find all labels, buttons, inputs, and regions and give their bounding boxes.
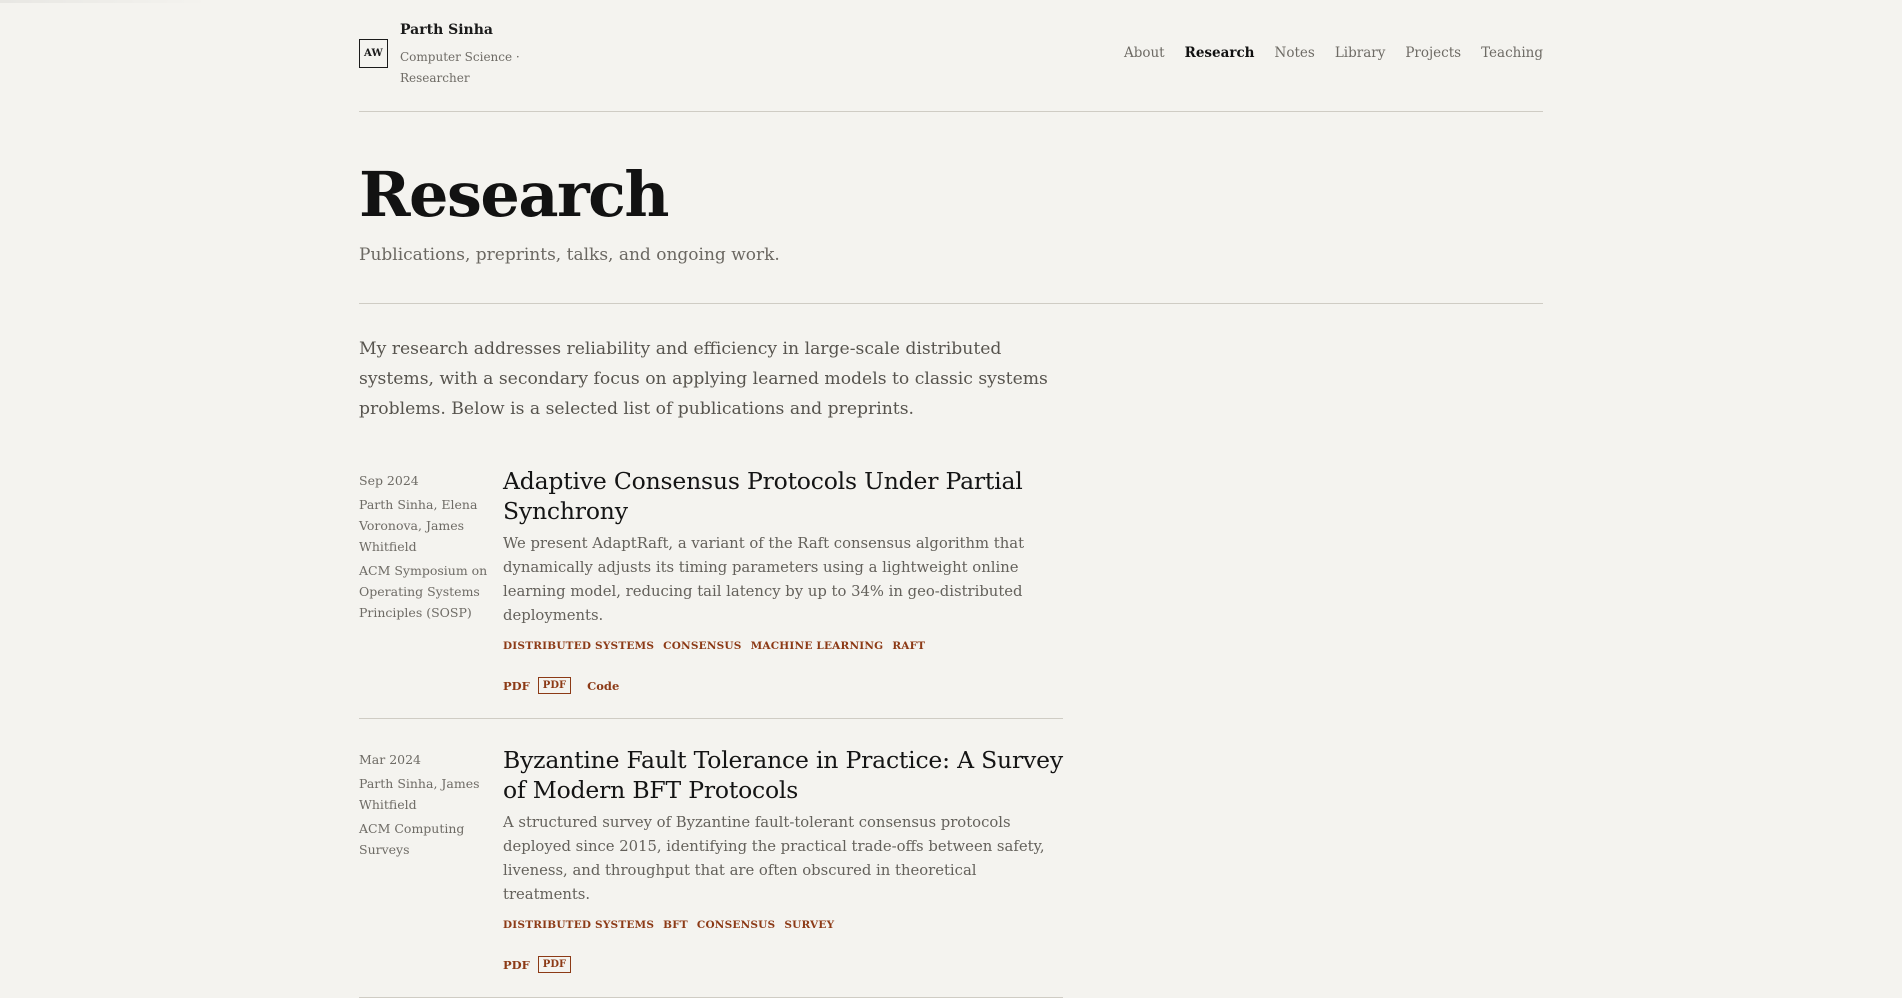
nav-library[interactable]: Library bbox=[1335, 45, 1386, 61]
page-subtitle: Publications, preprints, talks, and ongo… bbox=[359, 245, 780, 265]
pdf-link[interactable]: PDF bbox=[503, 679, 530, 693]
site-name[interactable]: Parth Sinha bbox=[400, 22, 493, 38]
pdf-badge-link[interactable]: PDF bbox=[537, 677, 572, 694]
publication-venue: ACM Computing Surveys bbox=[359, 821, 465, 857]
tag[interactable]: DISTRIBUTED SYSTEMS bbox=[503, 919, 654, 931]
publication-links: PDF PDF bbox=[503, 955, 1063, 997]
publication-body: Adaptive Consensus Protocols Under Parti… bbox=[503, 466, 1063, 718]
tag[interactable]: BFT bbox=[663, 919, 688, 931]
publication-item: Sep 2024 Parth Sinha, Elena Voronova, Ja… bbox=[359, 466, 1063, 719]
nav-research[interactable]: Research bbox=[1185, 45, 1255, 61]
publication-title[interactable]: Adaptive Consensus Protocols Under Parti… bbox=[503, 466, 1063, 526]
publication-meta: Mar 2024 Parth Sinha, James Whitfield AC… bbox=[359, 745, 503, 997]
tag[interactable]: CONSENSUS bbox=[697, 919, 775, 931]
publication-tags: DISTRIBUTED SYSTEMS CONSENSUS MACHINE LE… bbox=[503, 640, 1063, 652]
page-title: Research bbox=[359, 158, 670, 231]
nav-projects[interactable]: Projects bbox=[1405, 45, 1461, 61]
nav-teaching[interactable]: Teaching bbox=[1481, 45, 1543, 61]
tag[interactable]: DISTRIBUTED SYSTEMS bbox=[503, 640, 654, 652]
main-nav: About Research Notes Library Projects Te… bbox=[1124, 45, 1543, 61]
tag[interactable]: SURVEY bbox=[784, 919, 834, 931]
publication-links: PDF PDF Code bbox=[503, 676, 1063, 718]
nav-notes[interactable]: Notes bbox=[1275, 45, 1315, 61]
publication-meta: Sep 2024 Parth Sinha, Elena Voronova, Ja… bbox=[359, 466, 503, 718]
publication-title[interactable]: Byzantine Fault Tolerance in Practice: A… bbox=[503, 745, 1063, 805]
publication-venue: ACM Symposium on Operating Systems Princ… bbox=[359, 563, 488, 620]
publication-abstract: A structured survey of Byzantine fault-t… bbox=[503, 814, 1045, 903]
window-shadow bbox=[0, 0, 210, 3]
tag[interactable]: RAFT bbox=[892, 640, 925, 652]
publication-authors: Parth Sinha, Elena Voronova, James Whitf… bbox=[359, 497, 478, 554]
publication-list: Sep 2024 Parth Sinha, Elena Voronova, Ja… bbox=[359, 466, 1063, 998]
pdf-badge-link[interactable]: PDF bbox=[537, 956, 572, 973]
page-container: AW Parth Sinha Computer Science · Resear… bbox=[359, 0, 1543, 998]
publication-date: Sep 2024 bbox=[359, 473, 419, 488]
nav-about[interactable]: About bbox=[1124, 45, 1165, 61]
site-logo[interactable]: AW bbox=[359, 39, 388, 68]
tag[interactable]: MACHINE LEARNING bbox=[751, 640, 884, 652]
publication-abstract: We present AdaptRaft, a variant of the R… bbox=[503, 535, 1025, 624]
intro-paragraph: My research addresses reliability and ef… bbox=[359, 339, 1048, 419]
publication-date: Mar 2024 bbox=[359, 752, 422, 767]
code-link[interactable]: Code bbox=[587, 679, 619, 693]
publication-item: Mar 2024 Parth Sinha, James Whitfield AC… bbox=[359, 719, 1063, 998]
pdf-link[interactable]: PDF bbox=[503, 958, 530, 972]
site-header: AW Parth Sinha Computer Science · Resear… bbox=[359, 0, 1543, 112]
publication-tags: DISTRIBUTED SYSTEMS BFT CONSENSUS SURVEY bbox=[503, 919, 1063, 931]
tag[interactable]: CONSENSUS bbox=[663, 640, 741, 652]
publication-authors: Parth Sinha, James Whitfield bbox=[359, 776, 480, 812]
publication-body: Byzantine Fault Tolerance in Practice: A… bbox=[503, 745, 1063, 997]
site-subtitle: Computer Science · Researcher bbox=[400, 50, 520, 85]
